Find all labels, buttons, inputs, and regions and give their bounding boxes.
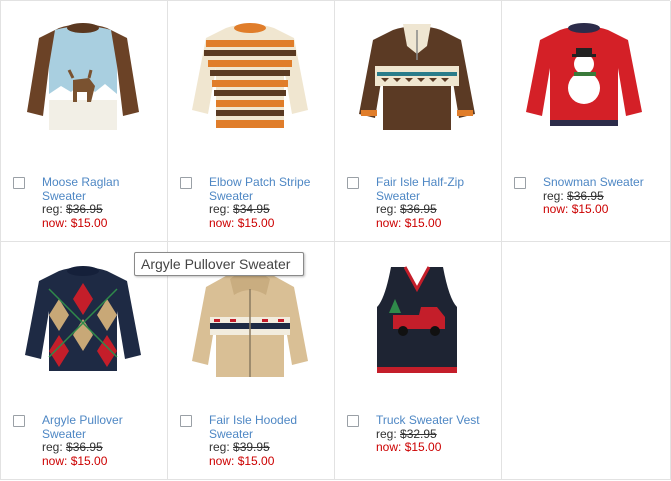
sale-price: now: $15.00 [209,215,275,230]
compare-checkbox[interactable] [13,177,25,189]
regular-price: reg: $39.95 [209,440,270,454]
compare-checkbox[interactable] [514,177,526,189]
halfzip-sweater-image[interactable] [349,13,485,141]
product-name-link[interactable]: Fair Isle Half-Zip Sweater [376,175,496,203]
compare-checkbox[interactable] [13,415,25,427]
product-grid: Moose Raglan Sweater reg: $36.95 now: $15… [0,0,671,480]
product-card-1: Moose Raglan Sweater reg: $36.95 now: $15… [1,1,168,242]
product-name-link[interactable]: Elbow Patch Stripe Sweater [209,175,329,203]
product-name-link[interactable]: Snowman Sweater [543,175,663,190]
sale-price: now: $15.00 [376,215,442,230]
sale-price: now: $15.00 [209,453,275,468]
sale-price: now: $15.00 [42,453,108,468]
sale-price: now: $15.00 [376,440,442,454]
product-name-link[interactable]: Argyle Pullover Sweater [42,413,162,441]
regular-price: reg: $34.95 [209,202,270,216]
product-card-6: Fair Isle Hooded Sweater reg: $39.95 now:… [168,242,335,480]
regular-price: reg: $32.95 [376,426,437,441]
empty-card [502,242,671,480]
product-name-link[interactable]: Truck Sweater Vest [376,413,496,428]
argyle-sweater-image[interactable] [15,256,151,384]
compare-checkbox[interactable] [347,415,359,427]
product-card-5: Argyle Pullover Sweater reg: $36.95 now: … [1,242,168,480]
product-card-3: Fair Isle Half-Zip Sweater reg: $36.95 no… [335,1,502,242]
compare-checkbox[interactable] [180,177,192,189]
product-name-link[interactable]: Fair Isle Hooded Sweater [209,413,329,441]
sale-price: now: $15.00 [42,215,108,230]
product-name-link[interactable]: Moose Raglan Sweater [42,175,162,203]
truck-vest-image[interactable] [349,256,485,384]
sale-price: now: $15.00 [543,202,609,216]
regular-price: reg: $36.95 [42,202,103,216]
snowman-sweater-image[interactable] [516,13,652,141]
moose-sweater-image[interactable] [15,13,151,141]
regular-price: reg: $36.95 [376,202,437,216]
stripe-sweater-image[interactable] [182,13,318,141]
product-card-7: Truck Sweater Vest reg: $32.95 now: $15.… [335,242,502,480]
regular-price: reg: $36.95 [543,188,604,203]
product-card-4: Snowman Sweater reg: $36.95 now: $15.00 [502,1,671,242]
regular-price: reg: $36.95 [42,440,103,454]
compare-checkbox[interactable] [180,415,192,427]
compare-checkbox[interactable] [347,177,359,189]
product-card-2: Elbow Patch Stripe Sweater reg: $34.95 no… [168,1,335,242]
product-tooltip: Argyle Pullover Sweater [134,252,304,276]
hooded-sweater-image[interactable] [182,258,318,386]
